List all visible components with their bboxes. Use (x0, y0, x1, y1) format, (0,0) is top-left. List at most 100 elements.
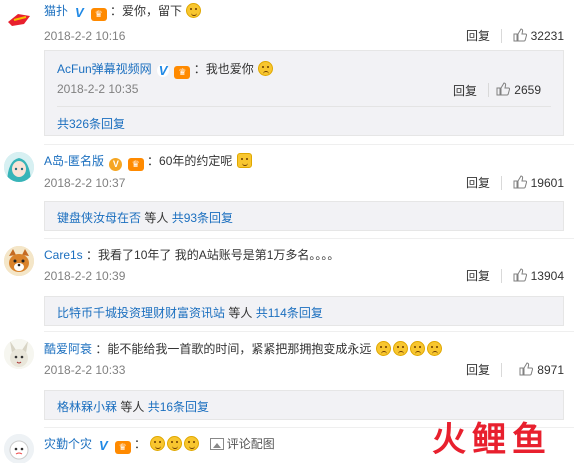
crying-emoji-icon (150, 436, 166, 451)
avatar[interactable] (4, 339, 34, 369)
comment-date: 2018-2-2 10:39 (44, 269, 126, 283)
nested-reply-text: ：我也爱你 (193, 62, 254, 76)
image-icon (209, 438, 224, 450)
like-count: 8971 (537, 363, 564, 377)
member-hat-icon: ♛ (127, 158, 144, 171)
sad-emoji-icon (258, 61, 274, 76)
sad-emoji-icon (392, 341, 408, 356)
praying-emoji-icon (236, 153, 252, 168)
reply-count[interactable]: 共114条回复 (256, 306, 323, 320)
comment-header: Care1s ：我看了10年了 我的A站账号是第1万多名。。。。 (44, 247, 339, 263)
like-count: 32231 (530, 29, 564, 43)
like-button[interactable]: 32231 (513, 28, 564, 44)
view-more-replies-link[interactable]: 比特币千城投资理财财富资讯站 等人 共114条回复 (57, 304, 323, 321)
divider (57, 106, 551, 107)
nested-reply-meta: 2018-2-2 10:35 回复 2659 (57, 82, 563, 99)
divider (501, 363, 502, 377)
crying-emoji-icon (186, 3, 202, 18)
divider (488, 83, 489, 97)
avatar[interactable] (4, 434, 34, 463)
divider (44, 238, 574, 239)
comment-meta: 2018-2-2 10:16 回复 32231 (44, 28, 574, 44)
comment-text: ：60年的约定呢 (147, 154, 233, 168)
comment-date: 2018-2-2 10:37 (44, 176, 126, 190)
avatar[interactable] (4, 4, 34, 34)
comment-header: 猫扑 V ♛ ：爱你，留下 (44, 3, 202, 21)
member-hat-icon: ♛ (90, 8, 107, 21)
username[interactable]: 灾勤个灾 (44, 437, 92, 451)
divider (501, 176, 502, 190)
reply-users[interactable]: 格林槑小槑 (57, 400, 117, 414)
divider (501, 269, 502, 283)
verified-v-icon: V (157, 63, 170, 78)
comment-header: 酷爱阿衰 ：能不能给我一首歌的时间，紧紧把那拥抱变成永远 (44, 341, 443, 357)
nested-reply-box: 键盘侠汝母在否 等人 共93条回复 (44, 201, 564, 231)
reply-users[interactable]: 键盘侠汝母在否 (57, 211, 141, 225)
nested-reply-box: 比特币千城投资理财财富资讯站 等人 共114条回复 (44, 296, 564, 326)
username[interactable]: A岛-匿名版 (44, 154, 104, 168)
reply-users[interactable]: 比特币千城投资理财财富资讯站 (57, 306, 225, 320)
comment-meta: 2018-2-2 10:37 回复 19601 (44, 175, 574, 191)
nested-reply-header: AcFun弹幕视频网 V ♛ ：我也爱你 (57, 60, 274, 79)
nested-reply-button[interactable]: 回复 (453, 82, 477, 99)
thumbs-up-icon (496, 82, 511, 96)
view-more-replies-link[interactable]: 键盘侠汝母在否 等人 共93条回复 (57, 209, 233, 226)
comment-text: ：能不能给我一首歌的时间，紧紧把那拥抱变成永远 (95, 342, 372, 356)
reply-button[interactable]: 回复 (466, 268, 490, 284)
divider (501, 29, 502, 43)
comment-image-link[interactable]: 评论配图 (209, 437, 275, 451)
reply-count[interactable]: 共93条回复 (172, 211, 233, 225)
comment-header: A岛-匿名版 V ♛ ：60年的约定呢 (44, 153, 253, 171)
sad-emoji-icon (409, 341, 425, 356)
thumbs-up-icon (519, 362, 534, 376)
member-hat-icon: ♛ (174, 66, 191, 79)
thumbs-up-icon (513, 28, 527, 42)
avatar[interactable] (4, 246, 34, 276)
like-button[interactable]: 19601 (513, 175, 564, 191)
username[interactable]: Care1s (44, 248, 83, 262)
thumbs-up-icon (513, 268, 527, 282)
divider (44, 144, 574, 145)
verified-v-icon: V (109, 158, 123, 171)
comment-text: ：我看了10年了 我的A站账号是第1万多名。。。。 (86, 248, 340, 262)
sad-emoji-icon (375, 341, 391, 356)
like-button[interactable]: 13904 (513, 268, 564, 284)
comment-text: ： (134, 437, 147, 451)
nested-reply-box: AcFun弹幕视频网 V ♛ ：我也爱你 2018-2-2 10:35 回复 2… (44, 50, 564, 136)
username[interactable]: 酷爱阿衰 (44, 342, 92, 356)
nested-like-count: 2659 (514, 83, 541, 97)
nested-username[interactable]: AcFun弹幕视频网 (57, 62, 152, 76)
like-button[interactable]: 8971 (519, 362, 564, 378)
thumbs-up-icon (513, 175, 527, 189)
comment-image-label: 评论配图 (226, 437, 275, 451)
like-count: 19601 (530, 176, 564, 190)
comment-date: 2018-2-2 10:16 (44, 29, 126, 43)
sad-emoji-icon (426, 341, 442, 356)
reply-users-suffix: 等人 (141, 211, 172, 225)
comment-meta: 2018-2-2 10:39 回复 13904 (44, 268, 574, 284)
like-count: 13904 (530, 269, 564, 283)
reply-count[interactable]: 共16条回复 (148, 400, 209, 414)
member-hat-icon: ♛ (114, 441, 131, 454)
nested-like-button[interactable]: 2659 (496, 82, 541, 97)
comment-text: ：爱你，留下 (110, 4, 183, 18)
watermark-logo: 火鲤鱼 (432, 420, 552, 460)
reply-users-suffix: 等人 (117, 400, 148, 414)
nested-reply-date: 2018-2-2 10:35 (57, 82, 139, 96)
divider (44, 331, 574, 332)
view-more-replies-link[interactable]: 格林槑小槑 等人 共16条回复 (57, 398, 209, 415)
reply-button[interactable]: 回复 (466, 175, 490, 191)
crying-emoji-icon (167, 436, 183, 451)
crying-emoji-icon (184, 436, 200, 451)
reply-button[interactable]: 回复 (466, 28, 490, 44)
comment-header: 灾勤个灾 V ♛ ： 评论配图 (44, 436, 275, 454)
reply-users-suffix: 等人 (225, 306, 256, 320)
reply-button[interactable]: 回复 (466, 362, 490, 378)
comment-meta: 2018-2-2 10:33 回复 8971 (44, 362, 574, 378)
verified-v-icon: V (97, 438, 110, 453)
verified-v-icon: V (73, 5, 86, 20)
username[interactable]: 猫扑 (44, 4, 68, 18)
avatar[interactable] (4, 152, 34, 182)
comment-date: 2018-2-2 10:33 (44, 363, 126, 377)
view-more-replies-link[interactable]: 共326条回复 (57, 115, 125, 132)
